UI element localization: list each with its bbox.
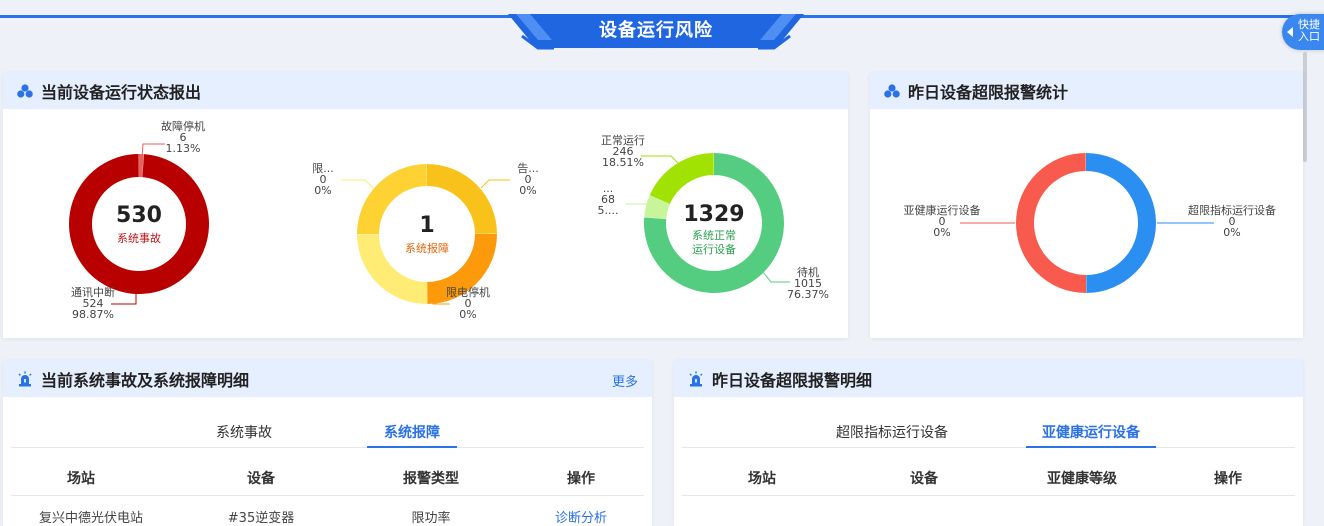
overlimit-stats-chart: 超限指标运行设备00%亚健康运行设备00% — [904, 153, 1276, 293]
overlimit-detail-header: 昨日设备超限报警明细 — [674, 360, 1303, 397]
overlimit-detail-title: 昨日设备超限报警明细 — [712, 370, 873, 390]
slice-label-percent: 76.37% — [787, 288, 829, 301]
active-tab-indicator — [1026, 446, 1156, 448]
label-leader-line — [641, 155, 680, 165]
donut-slice[interactable] — [427, 164, 497, 234]
col-device: 设备 — [910, 471, 938, 487]
quick-entry-button[interactable]: 快捷 入口 — [1282, 14, 1324, 50]
alarm-light-icon — [689, 371, 703, 386]
label-leader-line — [480, 179, 510, 189]
donut-slice[interactable] — [649, 153, 714, 204]
tab-system-fault[interactable]: 系统报障 — [367, 422, 457, 442]
slice-label-percent: 98.87% — [72, 308, 114, 321]
faults-tabs: 系统事故 系统报障 — [11, 408, 644, 448]
status-panel: 当前设备运行状态报出 故障停机 6 1.13% 通讯中断 524 98.87% 530 系统事… — [3, 72, 848, 338]
donut-center-value: 1 — [419, 213, 434, 238]
faults-table-header: 场站 设备 报警类型 操作 — [11, 456, 644, 496]
overlimit-stats-panel: 昨日设备超限报警统计 超限指标运行设备 0 0% 亚健康运行设备 0 0% — [870, 72, 1303, 338]
section-title: 设备运行风险 — [599, 20, 713, 41]
slice-label-percent: 0% — [459, 308, 476, 321]
banner-line-left — [0, 15, 512, 18]
cell-alarm-type: 限功率 — [411, 511, 451, 526]
donut-center-value: 1329 — [683, 202, 744, 227]
overlimit-tabs: 超限指标运行设备 亚健康运行设备 — [682, 408, 1295, 448]
table-row: 复兴中德光伏电站 #35逆变器 限功率 诊断分析 — [11, 500, 644, 526]
donut-center-label: 系统正常 — [692, 229, 736, 242]
caret-left-icon — [1287, 27, 1293, 37]
tab-subhealth-devices[interactable]: 亚健康运行设备 — [1026, 422, 1156, 442]
faults-panel-title: 当前系统事故及系统报障明细 — [41, 370, 250, 390]
overlimit-table-header: 场站 设备 亚健康等级 操作 — [682, 456, 1295, 496]
slice-label-percent: 0% — [314, 184, 331, 197]
scrollbar[interactable] — [1303, 52, 1307, 162]
more-link[interactable]: 更多 — [612, 371, 638, 390]
quick-entry-label-2: 入口 — [1298, 30, 1320, 43]
col-action: 操作 — [567, 471, 595, 487]
slice-label-percent: 0% — [933, 226, 950, 239]
alarm-light-icon — [18, 371, 32, 386]
col-subhealth-level: 亚健康等级 — [1047, 471, 1117, 487]
label-leader-line — [762, 271, 790, 283]
col-alarm-type: 报警类型 — [403, 471, 459, 487]
cell-station: 复兴中德光伏电站 — [38, 511, 143, 526]
cell-device: #35逆变器 — [227, 511, 295, 526]
diagnose-link[interactable]: 诊断分析 — [511, 507, 651, 526]
slice-label-percent: 1.13% — [166, 142, 201, 155]
donut-slice[interactable] — [1016, 153, 1086, 293]
donut-center-value: 530 — [116, 203, 162, 228]
active-tab-indicator — [367, 446, 457, 448]
status-charts: 故障停机61.13%通讯中断52498.87%530系统事故告...00%限电停… — [69, 119, 829, 321]
label-leader-line — [341, 179, 374, 189]
slice-label-percent: 0% — [1223, 226, 1240, 239]
slice-label-percent: 5.... — [598, 204, 619, 217]
donut-center-label: 系统事故 — [117, 231, 161, 245]
faults-panel: 当前系统事故及系统报障明细 更多 系统事故 系统报障 场站 设备 报警类型 操作… — [3, 360, 652, 526]
overlimit-detail-panel: 昨日设备超限报警明细 超限指标运行设备 亚健康运行设备 场站 设备 亚健康等级 … — [674, 360, 1303, 526]
donut-slice[interactable] — [1086, 153, 1157, 293]
donut-slice[interactable] — [357, 164, 427, 234]
slice-label-percent: 18.51% — [602, 156, 644, 169]
faults-panel-header: 当前系统事故及系统报障明细 更多 — [3, 360, 652, 397]
tab-overlimit-devices[interactable]: 超限指标运行设备 — [802, 422, 982, 442]
banner-line-right — [800, 15, 1300, 18]
col-device: 设备 — [247, 471, 275, 487]
donut-center-label: 运行设备 — [692, 242, 736, 256]
slice-label-percent: 0% — [519, 184, 536, 197]
tab-system-accident[interactable]: 系统事故 — [179, 422, 309, 442]
section-banner: 设备运行风险 — [508, 6, 804, 52]
donut-center-label: 系统报障 — [405, 241, 449, 255]
col-station: 场站 — [748, 471, 776, 487]
col-station: 场站 — [67, 471, 95, 487]
col-action: 操作 — [1214, 471, 1242, 487]
